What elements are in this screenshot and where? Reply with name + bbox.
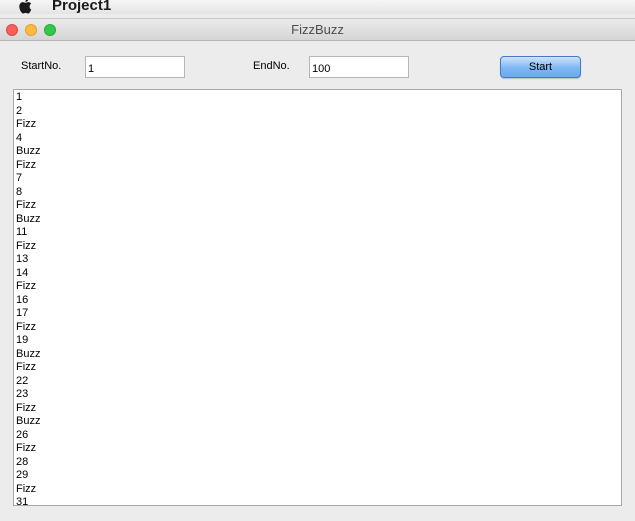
list-item: 7 [16,172,23,184]
end-number-input[interactable] [309,56,409,78]
list-item: 22 [16,374,29,387]
list-item: 26 [16,428,29,441]
list-item: Buzz [16,347,41,360]
menu-bar: Project1 [0,0,635,14]
list-item: Buzz [16,145,41,157]
list-item: 29 [16,469,29,481]
app-name-menu[interactable]: Project1 [52,0,111,14]
list-item: 19 [16,334,29,346]
start-button[interactable]: Start [500,56,581,78]
list-item: Fizz [16,118,37,130]
list-item: 23 [16,388,29,400]
list-item: Fizz [16,442,37,454]
list-item: 14 [16,266,29,279]
start-number-input[interactable] [85,56,185,78]
list-item: Buzz [16,415,41,427]
list-item: Fizz [16,239,37,252]
list-item: Fizz [16,320,37,333]
list-item: 16 [16,293,29,306]
list-item: 17 [16,307,29,319]
list-item: Fizz [16,361,37,373]
list-item: 28 [16,455,29,468]
list-item: 8 [16,185,23,198]
list-item: Fizz [16,280,37,292]
apple-icon[interactable] [18,0,32,14]
list-item: Fizz [16,158,37,171]
list-item: Fizz [16,199,37,211]
output-list[interactable]: 1 2 Fizz 4 Buzz Fizz 7 8 Fizz Buzz 11 Fizz 13 14 Fizz 1… [13,89,622,506]
list-item: 2 [16,104,23,117]
fizzbuzz-window: FizzBuzz StartNo. EndNo. Start 12Fizz4Bu… [0,18,635,521]
list-item: 13 [16,253,29,265]
list-item: Buzz [16,212,41,225]
title-bar[interactable]: FizzBuzz [0,19,635,41]
list-item: Fizz [16,482,37,495]
list-item: 4 [16,131,23,144]
start-number-label: StartNo. [21,60,62,72]
list-item: 1 [16,91,23,103]
end-number-label: EndNo. [253,60,290,72]
list-item: 31 [16,496,29,506]
list-item: 11 [16,226,28,238]
list-item: Fizz [16,401,37,414]
window-title: FizzBuzz [291,22,344,37]
